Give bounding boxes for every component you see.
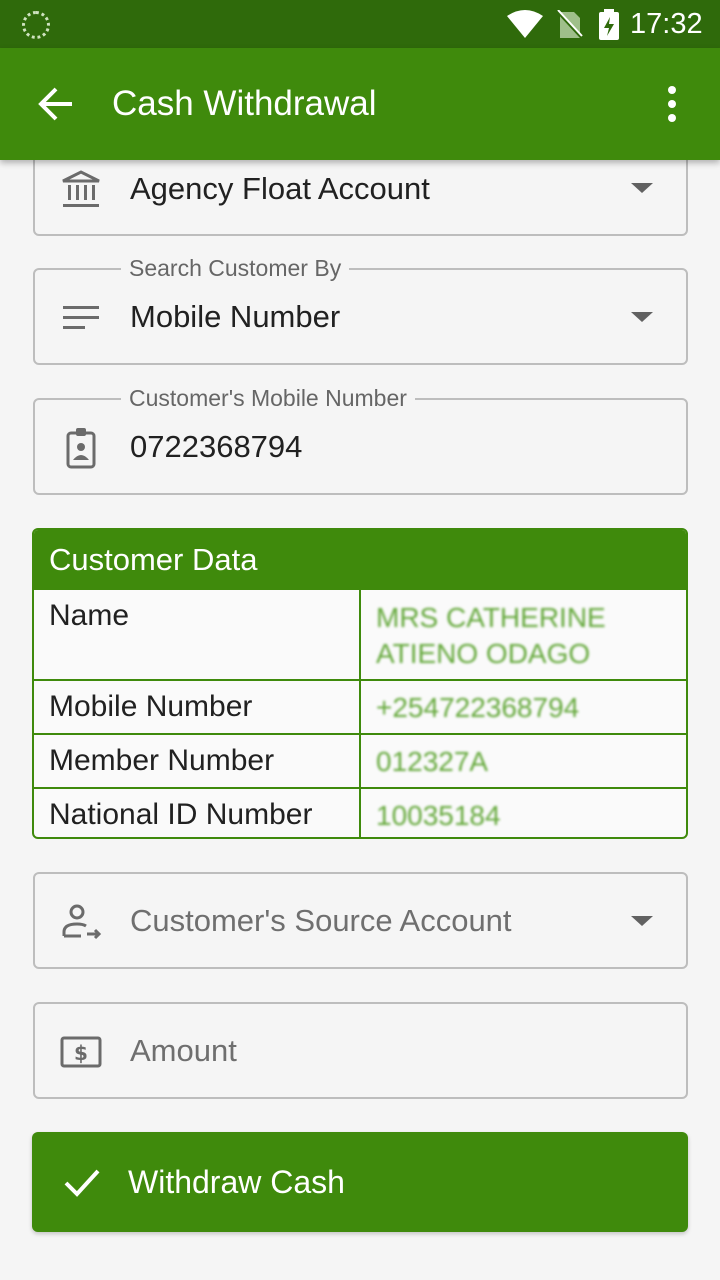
sort-lines-icon (63, 306, 99, 329)
person-transfer-icon (62, 904, 102, 940)
id-badge-icon (66, 428, 96, 469)
row-label: National ID Number (49, 798, 313, 831)
row-value: MRS CATHERINE (376, 602, 606, 633)
svg-text:$: $ (74, 1041, 88, 1065)
customer-data-header: Customer Data (34, 530, 686, 588)
source-account-placeholder: Customer's Source Account (130, 903, 512, 938)
customer-data-title: Customer Data (49, 542, 258, 577)
dropdown-caret-icon (631, 916, 653, 926)
customer-data-table: Customer Data Name MRS CATHERINE ATIENO … (32, 528, 688, 839)
no-sim-icon (556, 10, 584, 40)
search-by-select[interactable]: Search Customer By Mobile Number (33, 253, 688, 365)
amount-field[interactable]: $ Amount (33, 1002, 688, 1099)
table-row: Mobile Number +254722368794 (34, 679, 686, 733)
arrow-back-icon[interactable] (34, 84, 78, 124)
notification-icon (22, 11, 50, 39)
more-vert-icon[interactable] (652, 84, 692, 124)
table-row: National ID Number 10035184 (34, 787, 686, 837)
bank-icon (62, 170, 100, 207)
money-icon: $ (60, 1036, 102, 1068)
mobile-number-field[interactable]: Customer's Mobile Number 0722368794 (33, 383, 688, 495)
search-by-label: Search Customer By (121, 253, 350, 283)
row-label: Mobile Number (49, 690, 253, 723)
source-account-select[interactable]: Customer's Source Account (33, 872, 688, 969)
status-time: 17:32 (630, 8, 703, 40)
withdraw-cash-button[interactable]: Withdraw Cash (32, 1132, 688, 1232)
check-icon (64, 1169, 100, 1197)
amount-input[interactable]: Amount (130, 1031, 237, 1071)
withdraw-cash-label: Withdraw Cash (128, 1164, 345, 1200)
row-value: 012327A (376, 746, 489, 777)
agency-account-value: Agency Float Account (130, 171, 430, 206)
dropdown-caret-icon (631, 312, 653, 322)
row-value: +254722368794 (376, 692, 580, 723)
table-row: Member Number 012327A (34, 733, 686, 787)
battery-charging-icon (599, 9, 619, 40)
row-label: Name (49, 599, 130, 632)
dropdown-caret-icon (631, 183, 653, 193)
row-label: Member Number (49, 744, 275, 777)
table-row: Name MRS CATHERINE ATIENO ODAGO (34, 588, 686, 679)
row-value: 10035184 (376, 800, 501, 831)
search-by-value: Mobile Number (130, 299, 341, 334)
row-value: ATIENO ODAGO (376, 638, 591, 669)
mobile-number-label: Customer's Mobile Number (121, 383, 415, 413)
page-title: Cash Withdrawal (112, 84, 377, 123)
app-bar: Cash Withdrawal (0, 48, 720, 160)
status-bar: 17:32 (0, 0, 720, 48)
mobile-number-input[interactable]: 0722368794 (130, 427, 302, 467)
wifi-icon (507, 10, 543, 38)
